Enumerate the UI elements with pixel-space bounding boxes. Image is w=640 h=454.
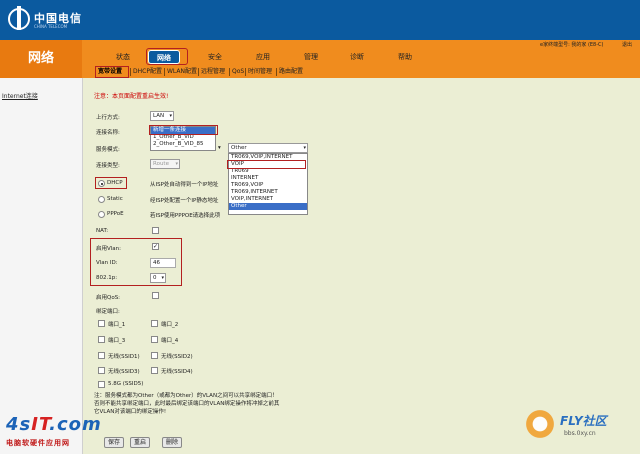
conn-type-value: Route — [153, 161, 169, 167]
port-checkbox[interactable] — [98, 381, 105, 388]
restart-button[interactable]: 重启 — [130, 437, 150, 448]
port-label: 无线(SSID4) — [161, 369, 193, 375]
service-option[interactable]: TR069 — [229, 168, 307, 175]
arrow-indicator-icon: ▾ — [218, 145, 221, 151]
qos-checkbox[interactable] — [152, 292, 159, 299]
watermark-fly-brand: FLY社区 — [560, 414, 607, 428]
watermark-fly: FLY社区 bbs.0xy.cn — [520, 400, 638, 452]
note-line: 否则不能共享绑定端口，此时最后绑定该端口的VLAN绑定操作将冲掉之前其 — [94, 401, 280, 407]
service-option[interactable]: TR069,VOIP — [229, 182, 307, 189]
service-mode-value: Other — [231, 145, 247, 151]
port-label: 5.8G (SSID5) — [108, 381, 144, 387]
nav-help[interactable]: 帮助 — [394, 50, 416, 64]
watermark-fly-url: bbs.0xy.cn — [564, 430, 596, 437]
logout-link[interactable]: 退出 — [622, 41, 632, 48]
highlight-voip — [227, 160, 306, 169]
watermark-4sit: 4sIT.com 电脑软硬件应用网 — [2, 414, 122, 452]
conn-option[interactable]: 2_Other_B_VID_85 — [151, 141, 215, 148]
nav-status[interactable]: 状态 — [112, 50, 134, 64]
service-option[interactable]: VOIP,INTERNET — [229, 196, 307, 203]
sidebar: Internet连接 — [0, 78, 82, 454]
qos-label: 启用QoS: — [96, 295, 121, 301]
port-checkbox[interactable] — [98, 367, 105, 374]
port-label: 端口_2 — [161, 322, 179, 328]
pppoe-desc: 若ISP使用PPPOE请选择此项 — [150, 213, 221, 219]
dhcp-desc: 从ISP处自动得到一个IP地址 — [150, 182, 219, 188]
conn-type-select[interactable]: Route ▾ — [150, 159, 180, 169]
port-checkbox[interactable] — [151, 320, 158, 327]
subtab-dhcp[interactable]: DHCP配置 — [133, 67, 162, 77]
port-label: 端口_1 — [108, 322, 126, 328]
service-option[interactable]: TR069,INTERNET — [229, 189, 307, 196]
subtab-remote[interactable]: 远程管理 — [201, 67, 225, 77]
china-telecom-logo: 中国电信 CHINA TELECOM — [8, 6, 88, 34]
note-line: 它VLAN对该端口的绑定操作! — [94, 409, 167, 415]
port-label: 端口_4 — [161, 338, 179, 344]
service-option[interactable]: Other — [229, 203, 307, 210]
highlight-new-connection — [149, 125, 218, 135]
nav-security[interactable]: 安全 — [204, 50, 226, 64]
sub-tabs: 宽带设置 DHCP配置 WLAN配置 远程管理 QoS 时间管理 路由配置 — [92, 66, 640, 78]
port-checkbox[interactable] — [151, 336, 158, 343]
highlight-network-nav — [146, 48, 188, 65]
static-label: Static — [107, 196, 123, 202]
upstream-value: LAN — [153, 113, 165, 119]
chevron-down-icon: ▾ — [303, 145, 306, 151]
pppoe-label: PPPoE — [107, 211, 124, 217]
port-label: 端口_3 — [108, 338, 126, 344]
telecom-logo-icon — [8, 6, 30, 30]
port-checkbox[interactable] — [151, 367, 158, 374]
subtab-wlan[interactable]: WLAN配置 — [167, 67, 197, 77]
nat-checkbox[interactable] — [152, 227, 159, 234]
device-info: e家终端型号: 我的家 (E8-C) — [540, 42, 604, 48]
nav-application[interactable]: 应用 — [252, 50, 274, 64]
top-header: 中国电信 CHINA TELECOM — [0, 0, 640, 40]
port-checkbox[interactable] — [98, 336, 105, 343]
conn-name-label: 连接名称: — [96, 130, 120, 136]
subtab-qos[interactable]: QoS — [232, 67, 244, 77]
pppoe-radio[interactable] — [98, 211, 105, 218]
port-label: 无线(SSID3) — [108, 369, 140, 375]
note-line: 注：服务模式都为Other（或都为Other）的VLAN之间可以共享绑定端口！ — [94, 393, 278, 399]
nav-diagnosis[interactable]: 诊断 — [346, 50, 368, 64]
conn-option[interactable]: 1_Other_B_VID — [151, 134, 215, 141]
bind-label: 绑定端口: — [96, 309, 120, 315]
chevron-down-icon: ▾ — [175, 161, 178, 167]
highlight-dhcp — [95, 177, 127, 189]
restart-warning: 注意：本页面配置重启生效! — [94, 93, 169, 100]
watermark-logo-text: 4sIT.com — [6, 414, 102, 435]
conn-type-label: 连接类型: — [96, 163, 120, 169]
binding-note: 注：服务模式都为Other（或都为Other）的VLAN之间可以共享绑定端口！ … — [94, 392, 554, 416]
static-radio[interactable] — [98, 196, 105, 203]
subtab-routing[interactable]: 路由配置 — [279, 67, 303, 77]
brand-sub: CHINA TELECOM — [34, 24, 68, 29]
section-title: 网络 — [0, 40, 82, 78]
subtab-time[interactable]: 时间管理 — [248, 67, 272, 77]
chevron-down-icon: ▾ — [169, 113, 172, 119]
highlight-vlan-block — [90, 238, 182, 286]
upstream-label: 上行方式: — [96, 115, 120, 121]
static-desc: 经ISP处配置一个IP静态地址 — [150, 198, 219, 204]
port-checkbox[interactable] — [151, 352, 158, 359]
service-mode-label: 服务模式: — [96, 147, 120, 153]
port-checkbox[interactable] — [98, 320, 105, 327]
sidebar-item-internet[interactable]: Internet连接 — [2, 91, 38, 100]
delete-button[interactable]: 删除 — [162, 437, 182, 448]
service-mode-select[interactable]: Other ▾ — [228, 143, 308, 153]
watermark-slogan: 电脑软硬件应用网 — [6, 439, 70, 447]
port-label: 无线(SSID1) — [108, 354, 140, 360]
port-label: 无线(SSID2) — [161, 354, 193, 360]
swirl-logo-icon — [520, 404, 560, 444]
port-checkbox[interactable] — [98, 352, 105, 359]
upstream-select[interactable]: LAN ▾ — [150, 111, 174, 121]
nav-management[interactable]: 管理 — [300, 50, 322, 64]
nat-label: NAT: — [96, 228, 109, 234]
highlight-broadband-tab — [95, 66, 129, 78]
service-option[interactable]: INTERNET — [229, 175, 307, 182]
